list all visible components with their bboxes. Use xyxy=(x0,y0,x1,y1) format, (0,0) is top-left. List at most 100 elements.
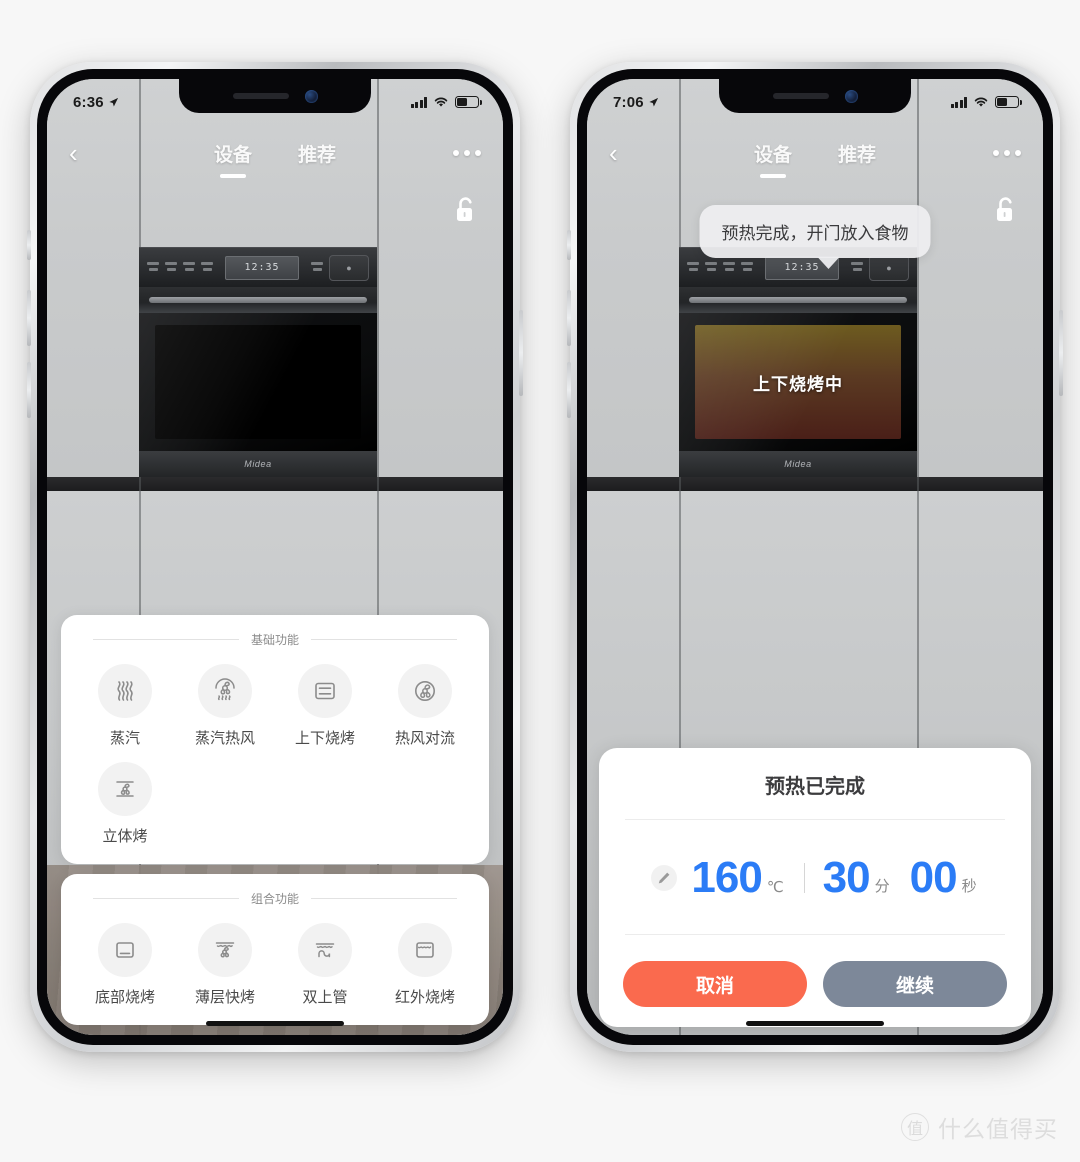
steam-fan-icon xyxy=(198,664,252,718)
oven-door[interactable] xyxy=(139,313,377,451)
function-item-convection[interactable]: 热风对流 xyxy=(375,664,475,748)
function-item-top-bottom-grill[interactable]: 上下烧烤 xyxy=(275,664,375,748)
volume-up-button-right[interactable] xyxy=(567,290,571,346)
basic-functions-card: 基础功能 蒸汽 蒸汽热风 上下烧烤 热风对流 立体烤 xyxy=(61,615,489,864)
infrared-grill-icon xyxy=(398,923,452,977)
oven-glass-window xyxy=(155,325,361,439)
tab-recommend-right[interactable]: 推荐 xyxy=(838,140,876,167)
unlock-button-right[interactable] xyxy=(993,195,1017,230)
power-button[interactable] xyxy=(519,310,523,396)
unlock-button[interactable] xyxy=(453,195,477,230)
left-phone-bezel: 12:35 ● Midea 6:36 ‹ 设备 推荐 基础功能 蒸汽 蒸汽热风 … xyxy=(37,69,513,1045)
mute-switch[interactable] xyxy=(27,230,31,260)
unlock-icon xyxy=(997,197,1012,221)
function-label: 蒸汽 xyxy=(109,730,140,747)
right-phone-screen: 12:35 ● 上下烧烤中 Midea 7:06 ‹ 设备 推荐 预热完成，开门… xyxy=(587,79,1043,1035)
steam-icon xyxy=(98,664,152,718)
left-phone-screen: 12:35 ● Midea 6:36 ‹ 设备 推荐 基础功能 蒸汽 蒸汽热风 … xyxy=(47,79,503,1035)
dialog-values-row: 160 ℃ 30 分 00 秒 xyxy=(619,840,1011,914)
continue-button[interactable]: 继续 xyxy=(823,961,1007,1007)
oven-door-handle-right[interactable] xyxy=(679,287,917,313)
oven-knob[interactable]: ● xyxy=(329,254,369,281)
tab-recommend[interactable]: 推荐 xyxy=(298,140,336,167)
home-indicator-right[interactable] xyxy=(746,1021,884,1026)
screenshot-stage: 12:35 ● Midea 6:36 ‹ 设备 推荐 基础功能 蒸汽 蒸汽热风 … xyxy=(0,0,1080,1162)
more-options-button[interactable] xyxy=(447,150,481,156)
unlock-icon xyxy=(457,197,472,221)
seconds-value[interactable]: 00 xyxy=(910,856,958,900)
minutes-unit: 分 xyxy=(874,878,890,895)
function-item-infrared-grill[interactable]: 红外烧烤 xyxy=(375,923,475,1007)
oven-appliance-left[interactable]: 12:35 ● Midea xyxy=(139,247,377,477)
battery-icon xyxy=(455,96,482,108)
function-item-dual-top-heater[interactable]: 双上管 xyxy=(275,923,375,1007)
function-label: 立体烤 xyxy=(102,828,148,845)
volume-down-button-right[interactable] xyxy=(567,362,571,418)
dialog-actions: 取消 继续 xyxy=(619,955,1011,1007)
earpiece-speaker xyxy=(232,93,289,99)
power-button-right[interactable] xyxy=(1059,310,1063,396)
app-navbar-left: ‹ 设备 推荐 xyxy=(47,121,503,185)
combination-functions-card: 组合功能 底部烧烤 薄层快烤 双上管 红外烧烤 xyxy=(61,874,489,1025)
oven-touch-buttons-right-b[interactable] xyxy=(851,262,863,273)
mute-switch-right[interactable] xyxy=(567,230,571,260)
thin-layer-fast-bake-icon xyxy=(198,923,252,977)
seconds-unit: 秒 xyxy=(961,878,977,895)
pencil-icon[interactable] xyxy=(651,865,678,891)
oven-touch-buttons[interactable] xyxy=(147,262,213,273)
watermark-logo: 值 xyxy=(901,1113,929,1141)
temperature-unit: ℃ xyxy=(766,879,784,896)
wifi-icon xyxy=(434,97,448,107)
function-label: 上下烧烤 xyxy=(294,730,355,747)
back-button-right[interactable]: ‹ xyxy=(609,140,643,166)
home-indicator-left[interactable] xyxy=(206,1021,344,1026)
oven-touch-buttons-right-a[interactable] xyxy=(687,262,753,273)
preheat-tooltip: 预热完成，开门放入食物 xyxy=(699,205,931,258)
left-phone-device: 12:35 ● Midea 6:36 ‹ 设备 推荐 基础功能 蒸汽 蒸汽热风 … xyxy=(27,62,523,1052)
nav-tabs-left: 设备 推荐 xyxy=(103,140,447,167)
oven-knob-right[interactable]: ● xyxy=(869,254,909,281)
oven-touch-buttons-right[interactable] xyxy=(311,262,323,273)
dialog-title: 预热已完成 xyxy=(765,776,865,798)
function-item-3d-bake[interactable]: 立体烤 xyxy=(75,762,175,846)
combination-functions-title: 组合功能 xyxy=(251,892,300,906)
dialog-divider-top xyxy=(625,819,1005,820)
location-arrow-icon xyxy=(649,97,658,106)
oven-brand-label: Midea xyxy=(244,459,272,469)
function-label: 底部烧烤 xyxy=(94,989,155,1006)
oven-base-panel: Midea xyxy=(139,451,377,477)
volume-up-button[interactable] xyxy=(27,290,31,346)
front-camera xyxy=(304,89,318,103)
tab-devices-right[interactable]: 设备 xyxy=(754,140,792,167)
convection-fan-icon xyxy=(398,664,452,718)
more-options-button-right[interactable] xyxy=(987,150,1021,156)
status-time: 6:36 xyxy=(73,93,104,111)
device-notch xyxy=(179,79,371,113)
back-button[interactable]: ‹ xyxy=(69,140,103,166)
dual-top-heater-icon xyxy=(298,923,352,977)
function-label: 蒸汽热风 xyxy=(194,730,255,747)
tab-devices[interactable]: 设备 xyxy=(214,140,252,167)
3d-bake-icon xyxy=(98,762,152,816)
location-arrow-icon xyxy=(109,97,118,106)
oven-brand-label-right: Midea xyxy=(784,459,812,469)
oven-appliance-right[interactable]: 12:35 ● 上下烧烤中 Midea xyxy=(679,247,917,477)
function-item-thin-layer-fast-bake[interactable]: 薄层快烤 xyxy=(175,923,275,1007)
right-phone-device: 12:35 ● 上下烧烤中 Midea 7:06 ‹ 设备 推荐 预热完成，开门… xyxy=(567,62,1063,1052)
oven-door-right[interactable]: 上下烧烤中 xyxy=(679,313,917,451)
oven-control-panel: 12:35 ● xyxy=(139,247,377,287)
cellular-bars-icon xyxy=(950,96,967,108)
function-item-bottom-grill[interactable]: 底部烧烤 xyxy=(75,923,175,1007)
function-item-steam-fan[interactable]: 蒸汽热风 xyxy=(175,664,275,748)
bottom-grill-icon xyxy=(98,923,152,977)
oven-door-handle[interactable] xyxy=(139,287,377,313)
nav-tabs-right: 设备 推荐 xyxy=(643,140,987,167)
temperature-value[interactable]: 160 xyxy=(691,856,762,900)
function-item-steam[interactable]: 蒸汽 xyxy=(75,664,175,748)
volume-down-button[interactable] xyxy=(27,362,31,418)
cancel-button[interactable]: 取消 xyxy=(623,961,807,1007)
minutes-value[interactable]: 30 xyxy=(823,856,871,900)
top-bottom-grill-icon xyxy=(298,664,352,718)
oven-base-panel-right: Midea xyxy=(679,451,917,477)
battery-icon xyxy=(995,96,1022,108)
